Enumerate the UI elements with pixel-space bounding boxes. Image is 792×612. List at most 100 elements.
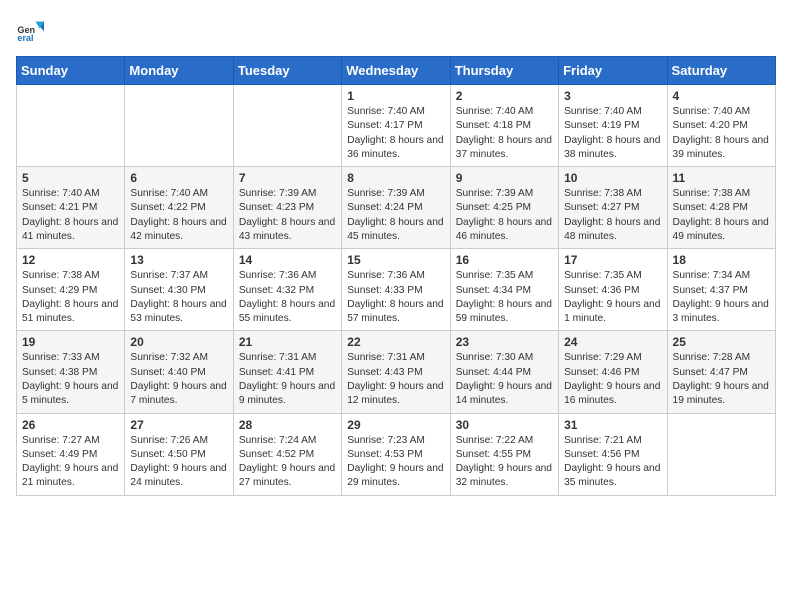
calendar-week-row: 5 Sunrise: 7:40 AM Sunset: 4:21 PM Daylig… bbox=[17, 167, 776, 249]
cell-content: Sunrise: 7:38 AM Sunset: 4:28 PM Dayligh… bbox=[673, 187, 770, 244]
calendar-cell: 8 Sunrise: 7:39 AM Sunset: 4:24 PM Daylig… bbox=[342, 167, 450, 249]
day-number: 2 bbox=[456, 89, 553, 103]
cell-content: Sunrise: 7:28 AM Sunset: 4:47 PM Dayligh… bbox=[673, 351, 770, 408]
day-number: 15 bbox=[347, 253, 444, 267]
cell-content: Sunrise: 7:35 AM Sunset: 4:34 PM Dayligh… bbox=[456, 269, 553, 326]
cell-content: Sunrise: 7:38 AM Sunset: 4:29 PM Dayligh… bbox=[22, 269, 119, 326]
logo-icon: Gen eral bbox=[16, 16, 44, 44]
day-number: 12 bbox=[22, 253, 119, 267]
cell-content: Sunrise: 7:38 AM Sunset: 4:27 PM Dayligh… bbox=[564, 187, 661, 244]
calendar-cell: 11 Sunrise: 7:38 AM Sunset: 4:28 PM Dayli… bbox=[667, 167, 775, 249]
cell-content: Sunrise: 7:40 AM Sunset: 4:20 PM Dayligh… bbox=[673, 105, 770, 162]
page-header: Gen eral bbox=[16, 16, 776, 44]
calendar-cell: 26Sunrise: 7:27 AM Sunset: 4:49 PM Dayli… bbox=[17, 413, 125, 495]
day-number: 28 bbox=[239, 418, 336, 432]
cell-content: Sunrise: 7:40 AM Sunset: 4:19 PM Dayligh… bbox=[564, 105, 661, 162]
cell-content: Sunrise: 7:39 AM Sunset: 4:23 PM Dayligh… bbox=[239, 187, 336, 244]
cell-content: Sunrise: 7:37 AM Sunset: 4:30 PM Dayligh… bbox=[130, 269, 227, 326]
day-number: 11 bbox=[673, 171, 770, 185]
calendar-cell: 15 Sunrise: 7:36 AM Sunset: 4:33 PM Dayli… bbox=[342, 249, 450, 331]
cell-content: Sunrise: 7:35 AM Sunset: 4:36 PM Dayligh… bbox=[564, 269, 661, 326]
cell-content: Sunrise: 7:32 AM Sunset: 4:40 PM Dayligh… bbox=[130, 351, 227, 408]
calendar-cell: 29Sunrise: 7:23 AM Sunset: 4:53 PM Dayli… bbox=[342, 413, 450, 495]
day-of-week-header: Sunday bbox=[17, 57, 125, 85]
calendar-cell: 17 Sunrise: 7:35 AM Sunset: 4:36 PM Dayli… bbox=[559, 249, 667, 331]
cell-content: Sunrise: 7:34 AM Sunset: 4:37 PM Dayligh… bbox=[673, 269, 770, 326]
day-number: 4 bbox=[673, 89, 770, 103]
calendar-cell: 3 Sunrise: 7:40 AM Sunset: 4:19 PM Daylig… bbox=[559, 85, 667, 167]
calendar-table: SundayMondayTuesdayWednesdayThursdayFrid… bbox=[16, 56, 776, 496]
calendar-cell: 25 Sunrise: 7:28 AM Sunset: 4:47 PM Dayli… bbox=[667, 331, 775, 413]
calendar-cell: 30 Sunrise: 7:22 AM Sunset: 4:55 PM Dayli… bbox=[450, 413, 558, 495]
cell-content: Sunrise: 7:22 AM Sunset: 4:55 PM Dayligh… bbox=[456, 434, 553, 491]
cell-content: Sunrise: 7:33 AM Sunset: 4:38 PM Dayligh… bbox=[22, 351, 119, 408]
cell-content: Sunrise: 7:21 AM Sunset: 4:56 PM Dayligh… bbox=[564, 434, 661, 491]
calendar-cell: 28 Sunrise: 7:24 AM Sunset: 4:52 PM Dayli… bbox=[233, 413, 341, 495]
day-number: 22 bbox=[347, 335, 444, 349]
calendar-cell: 27Sunrise: 7:26 AM Sunset: 4:50 PM Dayli… bbox=[125, 413, 233, 495]
calendar-cell: 4 Sunrise: 7:40 AM Sunset: 4:20 PM Daylig… bbox=[667, 85, 775, 167]
calendar-cell: 18 Sunrise: 7:34 AM Sunset: 4:37 PM Dayli… bbox=[667, 249, 775, 331]
day-of-week-header: Monday bbox=[125, 57, 233, 85]
cell-content: Sunrise: 7:40 AM Sunset: 4:22 PM Dayligh… bbox=[130, 187, 227, 244]
calendar-cell: 13 Sunrise: 7:37 AM Sunset: 4:30 PM Dayli… bbox=[125, 249, 233, 331]
calendar-cell: 23 Sunrise: 7:30 AM Sunset: 4:44 PM Dayli… bbox=[450, 331, 558, 413]
day-number: 25 bbox=[673, 335, 770, 349]
day-number: 30 bbox=[456, 418, 553, 432]
cell-content: Sunrise: 7:29 AM Sunset: 4:46 PM Dayligh… bbox=[564, 351, 661, 408]
day-number: 26 bbox=[22, 418, 119, 432]
cell-content: Sunrise: 7:40 AM Sunset: 4:21 PM Dayligh… bbox=[22, 187, 119, 244]
day-number: 29 bbox=[347, 418, 444, 432]
calendar-cell bbox=[125, 85, 233, 167]
calendar-cell: 6 Sunrise: 7:40 AM Sunset: 4:22 PM Daylig… bbox=[125, 167, 233, 249]
cell-content: Sunrise: 7:36 AM Sunset: 4:33 PM Dayligh… bbox=[347, 269, 444, 326]
cell-content: Sunrise: 7:39 AM Sunset: 4:24 PM Dayligh… bbox=[347, 187, 444, 244]
calendar-cell: 19Sunrise: 7:33 AM Sunset: 4:38 PM Dayli… bbox=[17, 331, 125, 413]
day-number: 18 bbox=[673, 253, 770, 267]
cell-content: Sunrise: 7:36 AM Sunset: 4:32 PM Dayligh… bbox=[239, 269, 336, 326]
day-number: 5 bbox=[22, 171, 119, 185]
calendar-week-row: 12 Sunrise: 7:38 AM Sunset: 4:29 PM Dayli… bbox=[17, 249, 776, 331]
day-number: 17 bbox=[564, 253, 661, 267]
calendar-cell bbox=[17, 85, 125, 167]
day-number: 13 bbox=[130, 253, 227, 267]
calendar-cell: 14Sunrise: 7:36 AM Sunset: 4:32 PM Dayli… bbox=[233, 249, 341, 331]
day-number: 23 bbox=[456, 335, 553, 349]
logo: Gen eral bbox=[16, 16, 48, 44]
calendar-cell bbox=[233, 85, 341, 167]
day-number: 31 bbox=[564, 418, 661, 432]
cell-content: Sunrise: 7:40 AM Sunset: 4:18 PM Dayligh… bbox=[456, 105, 553, 162]
calendar-cell: 9 Sunrise: 7:39 AM Sunset: 4:25 PM Daylig… bbox=[450, 167, 558, 249]
day-number: 1 bbox=[347, 89, 444, 103]
calendar-cell: 21 Sunrise: 7:31 AM Sunset: 4:41 PM Dayli… bbox=[233, 331, 341, 413]
day-number: 16 bbox=[456, 253, 553, 267]
calendar-week-row: 19Sunrise: 7:33 AM Sunset: 4:38 PM Dayli… bbox=[17, 331, 776, 413]
svg-text:eral: eral bbox=[17, 33, 33, 43]
calendar-cell: 1 Sunrise: 7:40 AM Sunset: 4:17 PM Daylig… bbox=[342, 85, 450, 167]
cell-content: Sunrise: 7:31 AM Sunset: 4:43 PM Dayligh… bbox=[347, 351, 444, 408]
day-number: 20 bbox=[130, 335, 227, 349]
cell-content: Sunrise: 7:39 AM Sunset: 4:25 PM Dayligh… bbox=[456, 187, 553, 244]
day-number: 3 bbox=[564, 89, 661, 103]
calendar-week-row: 1 Sunrise: 7:40 AM Sunset: 4:17 PM Daylig… bbox=[17, 85, 776, 167]
day-number: 24 bbox=[564, 335, 661, 349]
day-of-week-header: Tuesday bbox=[233, 57, 341, 85]
calendar-header-row: SundayMondayTuesdayWednesdayThursdayFrid… bbox=[17, 57, 776, 85]
cell-content: Sunrise: 7:31 AM Sunset: 4:41 PM Dayligh… bbox=[239, 351, 336, 408]
calendar-cell: 20 Sunrise: 7:32 AM Sunset: 4:40 PM Dayli… bbox=[125, 331, 233, 413]
day-number: 21 bbox=[239, 335, 336, 349]
cell-content: Sunrise: 7:40 AM Sunset: 4:17 PM Dayligh… bbox=[347, 105, 444, 162]
calendar-cell: 2 Sunrise: 7:40 AM Sunset: 4:18 PM Daylig… bbox=[450, 85, 558, 167]
cell-content: Sunrise: 7:24 AM Sunset: 4:52 PM Dayligh… bbox=[239, 434, 336, 491]
day-number: 8 bbox=[347, 171, 444, 185]
day-number: 27 bbox=[130, 418, 227, 432]
cell-content: Sunrise: 7:30 AM Sunset: 4:44 PM Dayligh… bbox=[456, 351, 553, 408]
calendar-cell: 12 Sunrise: 7:38 AM Sunset: 4:29 PM Dayli… bbox=[17, 249, 125, 331]
day-number: 9 bbox=[456, 171, 553, 185]
calendar-week-row: 26Sunrise: 7:27 AM Sunset: 4:49 PM Dayli… bbox=[17, 413, 776, 495]
day-of-week-header: Thursday bbox=[450, 57, 558, 85]
calendar-cell: 31 Sunrise: 7:21 AM Sunset: 4:56 PM Dayli… bbox=[559, 413, 667, 495]
calendar-cell: 22 Sunrise: 7:31 AM Sunset: 4:43 PM Dayli… bbox=[342, 331, 450, 413]
day-of-week-header: Wednesday bbox=[342, 57, 450, 85]
day-number: 6 bbox=[130, 171, 227, 185]
